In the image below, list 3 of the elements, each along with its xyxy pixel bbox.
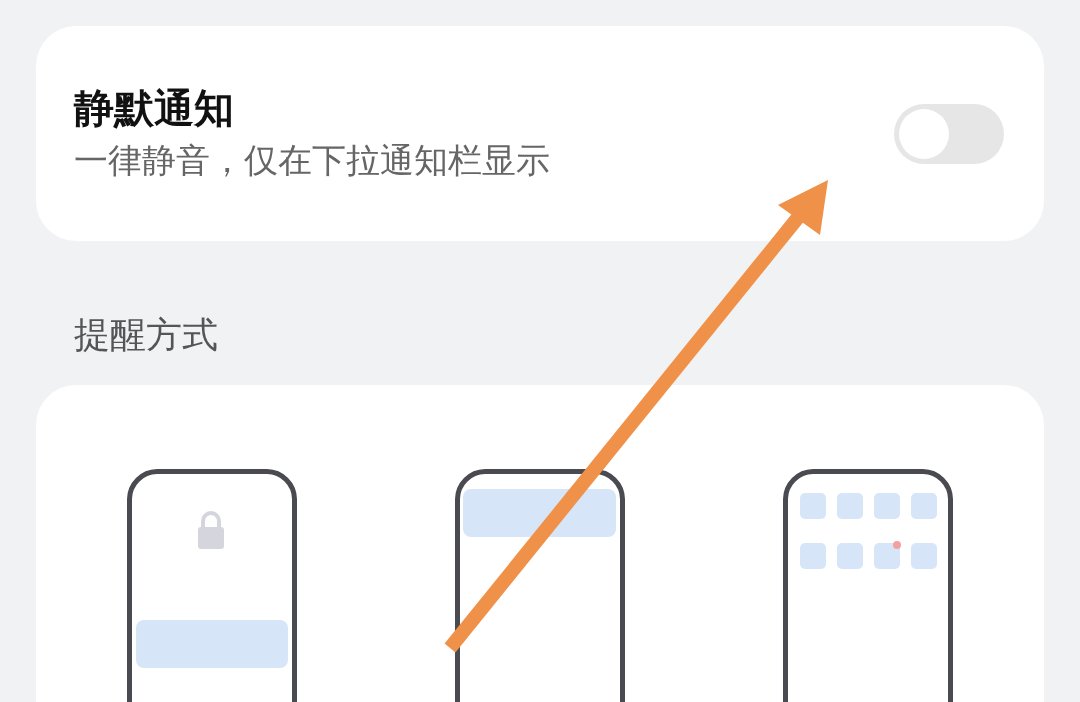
setting-description: 一律静音，仅在下拉通知栏显示 <box>74 139 550 183</box>
section-header: 提醒方式 <box>74 313 219 357</box>
setting-title: 静默通知 <box>74 84 235 133</box>
